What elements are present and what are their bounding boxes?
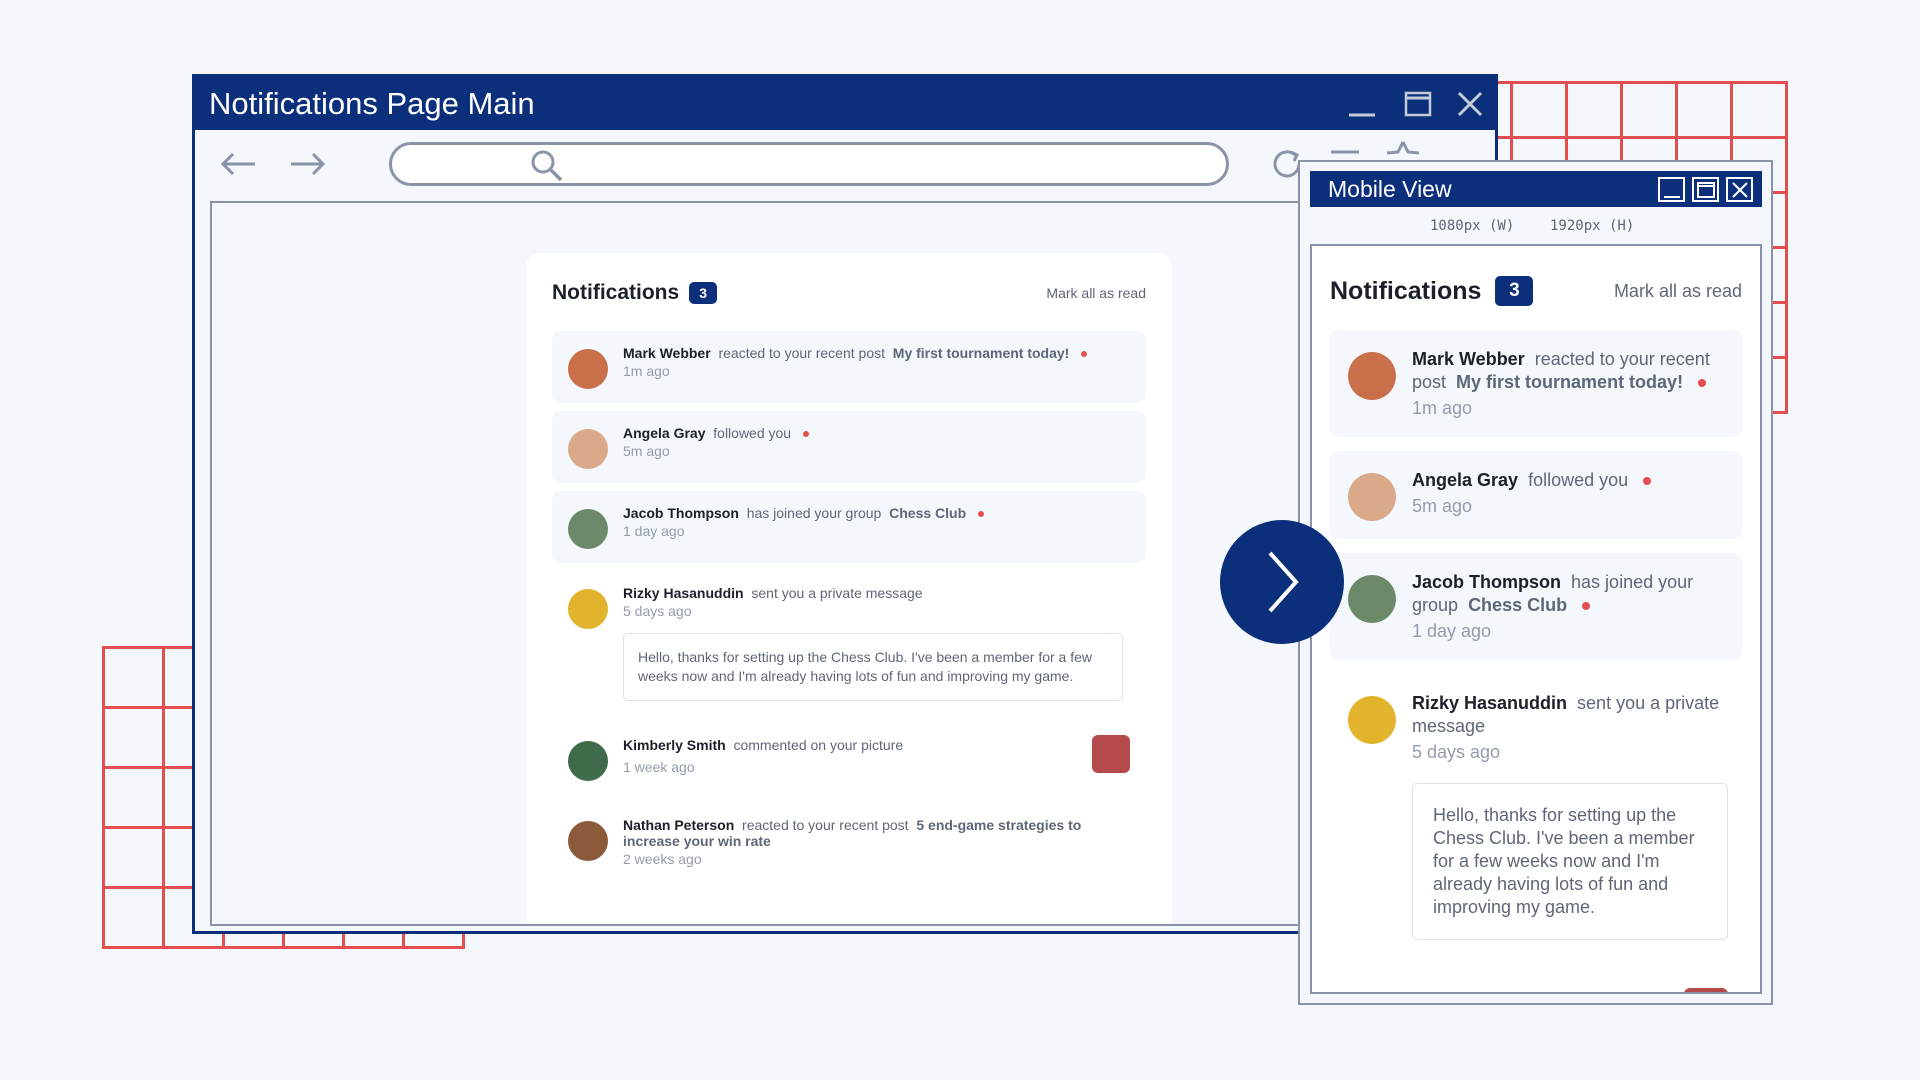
notification-time: 1 day ago <box>623 523 685 539</box>
minimize-icon[interactable] <box>1658 177 1685 202</box>
notification-item[interactable]: Angela Gray followed you 5m ago <box>1330 451 1742 539</box>
avatar <box>1348 352 1396 400</box>
notifications-card: Notifications 3 Mark all as read Mark We… <box>526 253 1172 924</box>
notifications-title: Notifications <box>1330 276 1482 305</box>
notification-item[interactable]: Rizky Hasanuddin sent you a private mess… <box>552 571 1146 715</box>
maximize-icon[interactable] <box>1692 177 1719 202</box>
avatar <box>1348 473 1396 521</box>
notification-time: 5m ago <box>623 443 670 459</box>
notification-item[interactable]: Kimberly Smith commented <box>1330 972 1742 992</box>
notification-post[interactable]: My first tournament today! <box>893 345 1070 361</box>
unread-count-badge: 3 <box>1495 276 1534 306</box>
notification-time: 5 days ago <box>1412 742 1501 762</box>
notification-action: commented on your picture <box>733 737 904 753</box>
window-titlebar: Notifications Page Main <box>195 77 1495 130</box>
picture-thumbnail[interactable] <box>1684 988 1728 992</box>
chevron-right-icon <box>1268 551 1299 613</box>
notification-user[interactable]: Rizky Hasanuddin <box>1412 693 1567 713</box>
address-bar[interactable] <box>389 142 1229 186</box>
avatar <box>568 349 608 389</box>
mark-all-read-link[interactable]: Mark all as read <box>1614 281 1742 302</box>
mobile-viewport: Notifications 3 Mark all as read Mark We… <box>1310 244 1762 994</box>
notification-user[interactable]: Rizky Hasanuddin <box>623 585 744 601</box>
private-message[interactable]: Hello, thanks for setting up the Chess C… <box>1412 783 1728 940</box>
mobile-titlebar: Mobile View <box>1310 171 1762 207</box>
maximize-icon[interactable] <box>1393 77 1443 130</box>
notification-time: 5 days ago <box>623 603 692 619</box>
notification-item[interactable]: Jacob Thompson has joined your group Che… <box>552 491 1146 563</box>
notification-action: commented <box>1554 991 1648 992</box>
notifications-header: Notifications 3 Mark all as read <box>552 281 1146 305</box>
notification-group[interactable]: Chess Club <box>889 505 966 521</box>
avatar <box>568 509 608 549</box>
avatar <box>1348 575 1396 623</box>
notification-item[interactable]: Rizky Hasanuddin sent you a private mess… <box>1330 674 1742 958</box>
avatar <box>568 741 608 781</box>
notifications-title: Notifications <box>552 281 680 304</box>
notification-user[interactable]: Angela Gray <box>1412 470 1518 490</box>
window-title: Notifications Page Main <box>209 85 535 121</box>
notification-time: 1 week ago <box>623 759 695 775</box>
notification-item[interactable]: Jacob Thompson has joined your group Che… <box>1330 553 1742 660</box>
notification-user[interactable]: Nathan Peterson <box>623 817 734 833</box>
notification-user[interactable]: Kimberly Smith <box>1412 991 1544 992</box>
notification-action: reacted to your recent post <box>742 817 909 833</box>
notification-item[interactable]: Mark Webber reacted to your recent post … <box>552 331 1146 403</box>
unread-dot <box>1081 351 1088 358</box>
unread-dot <box>1698 379 1707 388</box>
avatar <box>568 589 608 629</box>
notification-user[interactable]: Kimberly Smith <box>623 737 726 753</box>
notification-group[interactable]: Chess Club <box>1468 595 1567 615</box>
notification-action: sent you a private message <box>751 585 923 601</box>
mark-all-read-link[interactable]: Mark all as read <box>1046 285 1146 301</box>
notification-time: 1m ago <box>1412 398 1473 418</box>
back-arrow-icon[interactable] <box>215 142 263 186</box>
notification-item[interactable]: Kimberly Smith commented on your picture… <box>552 723 1146 795</box>
viewport-width-label: 1080px (W) <box>1430 218 1515 234</box>
unread-dot <box>978 511 985 518</box>
avatar <box>1348 696 1396 744</box>
close-icon[interactable] <box>1726 177 1753 202</box>
notification-action: followed you <box>713 425 792 441</box>
unread-dot <box>1643 477 1652 486</box>
notification-action: followed you <box>1528 470 1629 490</box>
notification-user[interactable]: Jacob Thompson <box>623 505 739 521</box>
avatar <box>568 821 608 861</box>
notification-post[interactable]: My first tournament today! <box>1456 372 1683 392</box>
notification-user[interactable]: Angela Gray <box>623 425 705 441</box>
notification-time: 1 day ago <box>1412 621 1492 641</box>
notification-user[interactable]: Mark Webber <box>623 345 711 361</box>
avatar <box>568 429 608 469</box>
notification-time: 2 weeks ago <box>623 851 702 867</box>
notification-action: reacted to your recent post <box>718 345 885 361</box>
picture-thumbnail[interactable] <box>1092 735 1130 773</box>
notifications-header: Notifications 3 Mark all as read <box>1330 276 1742 306</box>
notification-action: has joined your group <box>746 505 882 521</box>
notification-user[interactable]: Jacob Thompson <box>1412 572 1561 592</box>
mobile-title: Mobile View <box>1328 175 1452 202</box>
forward-arrow-icon[interactable] <box>283 142 331 186</box>
notification-user[interactable]: Mark Webber <box>1412 349 1525 369</box>
notification-time: 5m ago <box>1412 496 1473 516</box>
notification-item[interactable]: Nathan Peterson reacted to your recent p… <box>552 803 1146 881</box>
private-message[interactable]: Hello, thanks for setting up the Chess C… <box>623 633 1123 701</box>
notification-time: 1m ago <box>623 363 670 379</box>
mobile-view-window: Mobile View 1080px (W) 1920px (H) Notifi… <box>1298 160 1773 1005</box>
minimize-icon[interactable] <box>1337 77 1387 130</box>
notification-item[interactable]: Angela Gray followed you 5m ago <box>552 411 1146 483</box>
next-button[interactable] <box>1220 520 1344 644</box>
notification-item[interactable]: Mark Webber reacted to your recent post … <box>1330 330 1742 437</box>
unread-dot <box>802 431 809 438</box>
unread-count-badge: 3 <box>689 282 718 304</box>
search-icon <box>531 150 563 182</box>
unread-dot <box>1582 602 1591 611</box>
viewport-height-label: 1920px (H) <box>1550 218 1635 234</box>
close-icon[interactable] <box>1445 77 1495 130</box>
